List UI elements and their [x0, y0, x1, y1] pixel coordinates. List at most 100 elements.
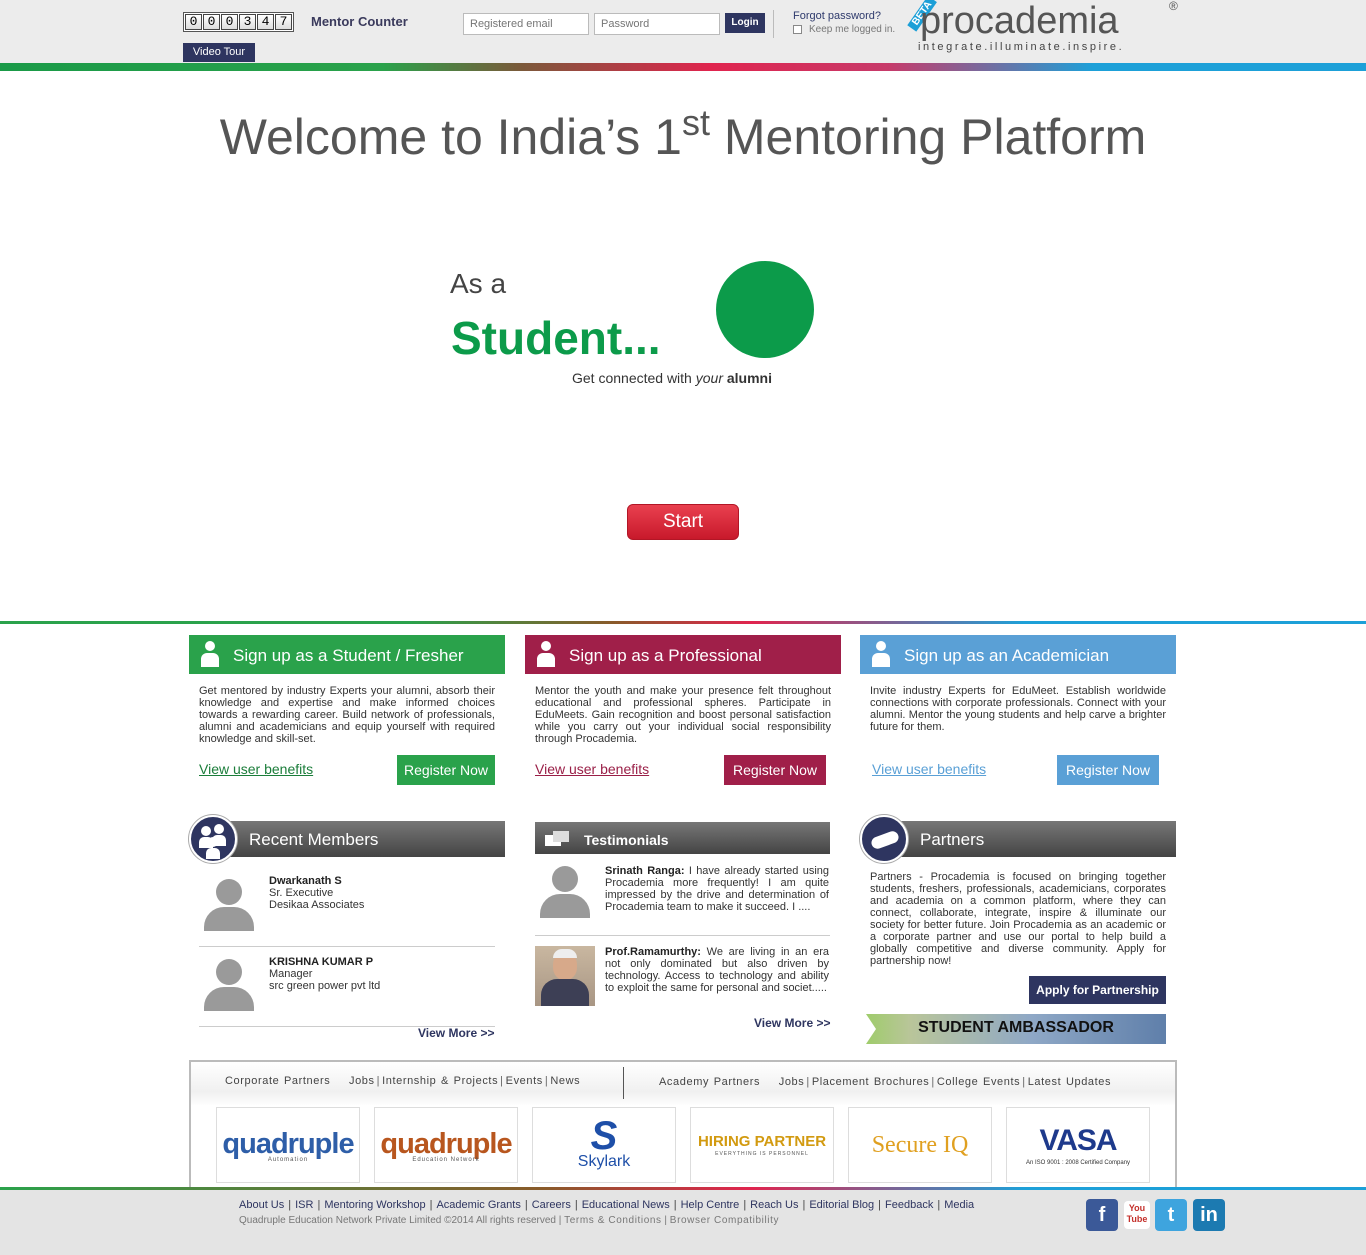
- tagline-pre: Get connected with: [572, 370, 696, 386]
- footer-link-educational-news[interactable]: Educational News: [582, 1199, 670, 1211]
- member-name: KRISHNA KUMAR P: [269, 956, 374, 968]
- acad-link-jobs[interactable]: Jobs: [779, 1076, 805, 1088]
- testimonial-photo: [535, 946, 595, 1006]
- member-role: Manager: [269, 968, 313, 980]
- acad-link-college-events[interactable]: College Events: [937, 1076, 1020, 1088]
- corp-link-internship[interactable]: Internship & Projects: [382, 1075, 498, 1087]
- logo-wordmark: procademia: [920, 0, 1119, 42]
- professional-benefits-link[interactable]: View user benefits: [535, 761, 649, 777]
- partners-header: Partners: [880, 821, 1176, 857]
- professional-icon: [537, 641, 555, 669]
- logo-main: Skylark: [577, 1153, 631, 1170]
- student-ambassador-banner[interactable]: STUDENT AMBASSADOR: [866, 1014, 1166, 1044]
- logo-main: HIRING PARTNER: [697, 1133, 827, 1150]
- members-view-more-link[interactable]: View More >>: [418, 1026, 494, 1040]
- members-group-icon: [189, 815, 237, 863]
- footer-link-media[interactable]: Media: [944, 1199, 974, 1211]
- student-benefits-link[interactable]: View user benefits: [199, 761, 313, 777]
- youtube-icon[interactable]: You Tube: [1124, 1201, 1150, 1229]
- procademia-logo[interactable]: BETA procademia ® integrate.illuminate.i…: [907, 0, 1180, 60]
- member-org: src green power pvt ltd: [269, 980, 381, 992]
- corp-link-news[interactable]: News: [550, 1075, 580, 1087]
- footer-link-careers[interactable]: Careers: [532, 1199, 571, 1211]
- keep-logged-in-checkbox[interactable]: [793, 25, 802, 34]
- recent-members-header: Recent Members: [213, 821, 505, 857]
- partners-text: Partners - Procademia is focused on brin…: [870, 871, 1166, 967]
- member-row[interactable]: Dwarkanath S Sr. Executive Desikaa Assoc…: [199, 867, 495, 947]
- acad-link-latest-updates[interactable]: Latest Updates: [1028, 1076, 1111, 1088]
- footer-link-isr[interactable]: ISR: [295, 1199, 313, 1211]
- corp-link-jobs[interactable]: Jobs: [349, 1075, 375, 1087]
- academy-partners-nav: Academy Partners Jobs | Placement Brochure…: [659, 1076, 1112, 1088]
- partners-divider: [623, 1067, 624, 1099]
- corp-link-events[interactable]: Events: [506, 1075, 543, 1087]
- academician-register-button[interactable]: Register Now: [1057, 755, 1159, 785]
- facebook-icon[interactable]: f: [1086, 1199, 1118, 1231]
- member-row[interactable]: KRISHNA KUMAR P Manager src green power …: [199, 947, 495, 1027]
- footer-link-help-centre[interactable]: Help Centre: [681, 1199, 740, 1211]
- counter-digit: 0: [203, 14, 220, 30]
- professional-register-button[interactable]: Register Now: [724, 755, 826, 785]
- testimonials-view-more-link[interactable]: View More >>: [754, 1016, 830, 1030]
- signup-professional-header[interactable]: Sign up as a Professional: [525, 635, 841, 674]
- academician-icon: [872, 641, 890, 669]
- corporate-partners-label[interactable]: Corporate Partners: [225, 1075, 330, 1087]
- avatar: [202, 878, 256, 931]
- footer-link-reach-us[interactable]: Reach Us: [750, 1199, 798, 1211]
- forgot-password-link[interactable]: Forgot password?: [793, 10, 881, 22]
- testimonial-divider: [535, 935, 830, 936]
- partner-logo-quadruple-education[interactable]: quadruple Education Network: [374, 1107, 518, 1183]
- partner-logo-skylark[interactable]: S Skylark: [532, 1107, 676, 1183]
- login-button[interactable]: Login: [725, 13, 765, 33]
- partner-logo-secure-iq[interactable]: Secure IQ: [848, 1107, 992, 1183]
- twitter-icon[interactable]: t: [1155, 1199, 1187, 1231]
- testimonial-text: Srinath Ranga: I have already started us…: [605, 865, 829, 913]
- logo-tagline: integrate.illuminate.inspire.: [918, 41, 1125, 53]
- password-field[interactable]: [594, 13, 720, 35]
- partner-logo-quadruple-automation[interactable]: quadruple Automation: [216, 1107, 360, 1183]
- welcome-sup: st: [681, 102, 710, 143]
- footer-nav: About Us | ISR | Mentoring Workshop | Academic…: [239, 1199, 975, 1211]
- handshake-icon: [860, 815, 908, 863]
- terms-link[interactable]: Terms & Conditions: [564, 1215, 662, 1226]
- signup-academician-text: Invite industry Experts for EduMeet. Est…: [870, 685, 1166, 733]
- member-name: Dwarkanath S: [269, 875, 342, 887]
- hero-role: Student...: [451, 312, 661, 364]
- email-field[interactable]: [463, 13, 589, 35]
- signup-professional-title: Sign up as a Professional: [569, 646, 762, 665]
- signup-student-header[interactable]: Sign up as a Student / Fresher: [189, 635, 505, 674]
- member-role: Sr. Executive: [269, 887, 334, 899]
- footer-link-editorial-blog[interactable]: Editorial Blog: [809, 1199, 874, 1211]
- footer-link-feedback[interactable]: Feedback: [885, 1199, 933, 1211]
- signup-professional-card: Sign up as a Professional Mentor the you…: [525, 635, 841, 785]
- copyright-text: Quadruple Education Network Private Limi…: [239, 1215, 556, 1226]
- partner-logo-hiring-partner[interactable]: HIRING PARTNER EVERYTHING IS PERSONNEL: [690, 1107, 834, 1183]
- avatar: [535, 865, 595, 925]
- footer-link-academic-grants[interactable]: Academic Grants: [436, 1199, 520, 1211]
- browser-compat-link[interactable]: Browser Compatibility: [670, 1215, 779, 1226]
- registered-mark: ®: [1169, 0, 1178, 13]
- footer-link-mentoring-workshop[interactable]: Mentoring Workshop: [324, 1199, 425, 1211]
- apply-partnership-button[interactable]: Apply for Partnership: [1029, 976, 1166, 1004]
- footer-link-about[interactable]: About Us: [239, 1199, 284, 1211]
- welcome-pre: Welcome to India’s 1: [219, 109, 682, 165]
- keep-logged-in-label: Keep me logged in.: [809, 24, 896, 35]
- welcome-heading: Welcome to India’s 1st Mentoring Platfor…: [0, 102, 1366, 166]
- partner-logo-vasa[interactable]: VASA An ISO 9001 : 2008 Certified Compan…: [1006, 1107, 1150, 1183]
- keep-logged-in[interactable]: Keep me logged in.: [793, 24, 895, 35]
- signup-academician-header[interactable]: Sign up as an Academician: [860, 635, 1176, 674]
- video-tour-button[interactable]: Video Tour: [183, 43, 255, 62]
- start-button[interactable]: Start: [627, 504, 739, 540]
- logo-main: Secure IQ: [871, 1131, 969, 1158]
- academy-partners-label[interactable]: Academy Partners: [659, 1076, 760, 1088]
- linkedin-icon[interactable]: in: [1193, 1199, 1225, 1231]
- welcome-post: Mentoring Platform: [710, 109, 1147, 165]
- counter-digit: 0: [221, 14, 238, 30]
- signup-academician-title: Sign up as an Academician: [904, 646, 1110, 665]
- academician-benefits-link[interactable]: View user benefits: [872, 761, 986, 777]
- logo-sub: Education Network: [412, 1156, 480, 1163]
- hero-circle-graphic: [716, 261, 814, 358]
- signup-student-title: Sign up as a Student / Fresher: [233, 646, 464, 665]
- acad-link-brochures[interactable]: Placement Brochures: [812, 1076, 930, 1088]
- student-register-button[interactable]: Register Now: [397, 755, 495, 785]
